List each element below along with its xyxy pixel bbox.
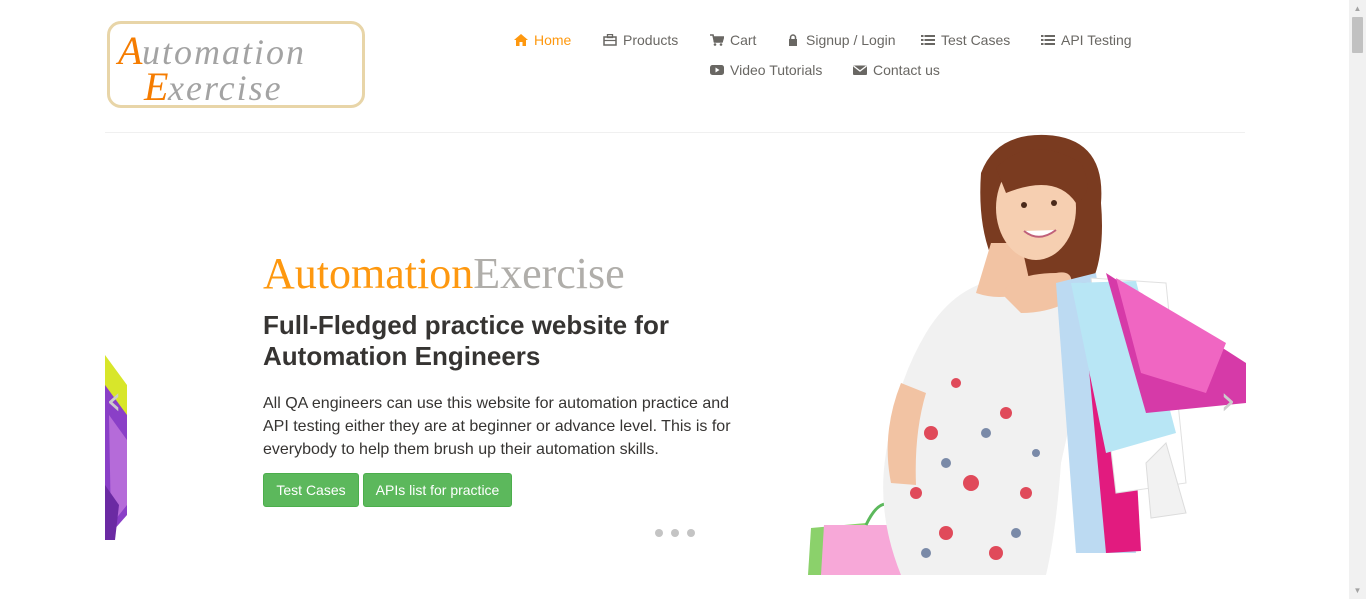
main-nav: Home Products Cart Signup / Login Test C…: [0, 0, 1366, 100]
nav-test-cases-label: Test Cases: [941, 32, 1011, 48]
nav-products-label: Products: [623, 32, 679, 48]
list-icon: [921, 35, 935, 45]
page-scrollbar[interactable]: ▲ ▼: [1349, 0, 1366, 599]
products-icon: [603, 34, 617, 46]
nav-home-label: Home: [534, 32, 572, 48]
nav-api-testing[interactable]: API Testing: [1041, 32, 1132, 48]
nav-test-cases[interactable]: Test Cases: [921, 32, 1010, 48]
cart-icon: [710, 34, 724, 46]
nav-home[interactable]: Home: [514, 32, 571, 48]
brand-part-automation: Automation: [263, 249, 474, 298]
nav-cart-label: Cart: [730, 32, 757, 48]
nav-contact-us-label: Contact us: [873, 62, 940, 78]
slider-prev-arrow[interactable]: ‹: [106, 381, 122, 421]
nav-video-tutorials[interactable]: Video Tutorials: [710, 62, 822, 78]
slide-brand-title: AutomationExercise: [263, 248, 625, 300]
scroll-down-arrow-icon[interactable]: ▼: [1349, 582, 1366, 599]
youtube-icon: [710, 65, 724, 75]
scroll-up-arrow-icon[interactable]: ▲: [1349, 0, 1366, 17]
list-icon: [1041, 35, 1055, 45]
lock-icon: [789, 34, 797, 46]
scrollbar-thumb[interactable]: [1352, 17, 1363, 53]
slider-indicators: [655, 529, 695, 537]
home-icon: [514, 34, 528, 46]
slider-indicator-2[interactable]: [671, 529, 679, 537]
nav-api-testing-label: API Testing: [1061, 32, 1132, 48]
slider-indicator-1[interactable]: [655, 529, 663, 537]
nav-products[interactable]: Products: [603, 32, 678, 48]
hero-girl-shopping-bags-image: [808, 134, 1246, 575]
slider-indicator-3[interactable]: [687, 529, 695, 537]
test-cases-button[interactable]: Test Cases: [263, 473, 359, 507]
nav-video-tutorials-label: Video Tutorials: [730, 62, 823, 78]
nav-signup-login[interactable]: Signup / Login: [786, 32, 896, 48]
brand-part-exercise: Exercise: [473, 249, 625, 298]
envelope-icon: [853, 65, 867, 75]
slider-next-arrow[interactable]: ›: [1220, 381, 1236, 421]
nav-contact-us[interactable]: Contact us: [853, 62, 940, 78]
apis-list-button[interactable]: APIs list for practice: [363, 473, 512, 507]
nav-signup-login-label: Signup / Login: [806, 32, 896, 48]
slide-headline: Full-Fledged practice website for Automa…: [263, 310, 669, 371]
nav-cart[interactable]: Cart: [710, 32, 756, 48]
slide-description: All QA engineers can use this website fo…: [263, 395, 731, 458]
